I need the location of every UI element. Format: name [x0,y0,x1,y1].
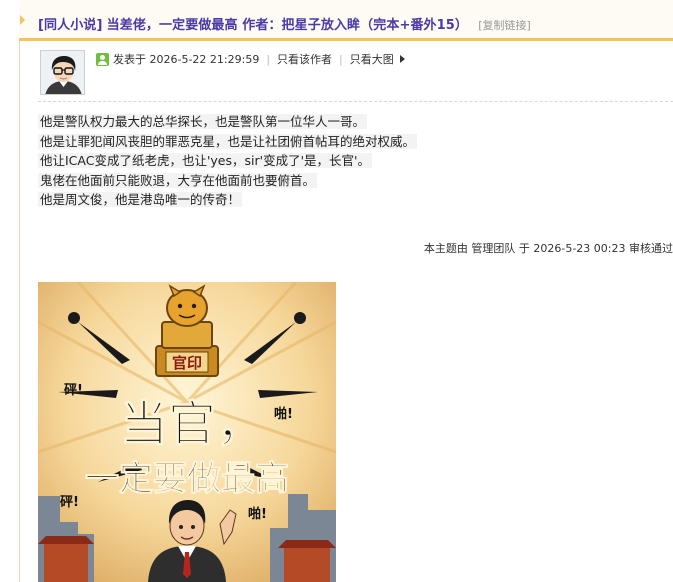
poster-title-line2: 一定要做最高 [85,459,289,499]
post-line: 他是警队权力最大的总华探长，也是警队第一位华人一哥。 [38,114,368,129]
sfx-text: 砰! [64,383,83,398]
arrow-right-icon[interactable] [399,55,405,63]
meta-separator: | [339,52,343,66]
meta-separator: | [266,52,271,66]
post-left-rule [19,0,20,582]
title-marker-icon [20,15,25,25]
poster-title-line1: 当官， [120,396,264,452]
cover-illustration: 官印 当官， 一定要做最高 砰! 啪! 砰! 啪! [38,282,336,582]
copy-link-button[interactable]: [复制链接] [478,19,531,32]
user-avatar-icon [41,51,84,94]
seal-label: 官印 [172,354,202,372]
post-body: 他是警队权力最大的总华探长，也是警队第一位华人一哥。 他是让罪犯闻风丧胆的罪恶克… [38,112,418,210]
only-image-link[interactable]: 只看大图 [350,51,394,67]
thread-title-row: [同人小说] 当差佬，一定要做最高 作者：把星子放入眸（完本+番外15） [复制… [38,14,531,33]
post-meta: 发表于 2026-5-22 21:29:59 | 只看该作者 | 只看大图 [96,51,405,67]
thread-category[interactable]: [同人小说] [38,18,102,33]
thread-title: 当差佬，一定要做最高 作者：把星子放入眸（完本+番外15） [106,18,469,33]
moderation-note: 本主题由 管理团队 于 2026-5-23 00:23 审核通过 [423,242,673,255]
online-status-icon [96,52,109,66]
sfx-text: 啪! [248,506,267,522]
post-line: 他让ICAC变成了纸老虎，也让'yes，sir'变成了'是，长官'。 [38,153,372,168]
post-line: 他是让罪犯闻风丧胆的罪恶克星，也是让社团俯首帖耳的绝对权威。 [38,133,418,149]
cover-image[interactable]: 官印 当官， 一定要做最高 砰! 啪! 砰! 啪! [38,282,336,582]
only-author-link[interactable]: 只看该作者 [277,51,332,67]
avatar[interactable] [40,50,85,95]
post-line: 他是周文俊，他是港岛唯一的传奇！ [38,192,243,207]
sfx-text: 啪! [274,406,293,422]
post-divider [38,101,673,102]
post-line: 鬼佬在他面前只能败退，大亨在他面前也要俯首。 [38,172,318,188]
post-date: 发表于 2026-5-22 21:29:59 [113,53,260,66]
sfx-text: 砰! [60,495,79,510]
